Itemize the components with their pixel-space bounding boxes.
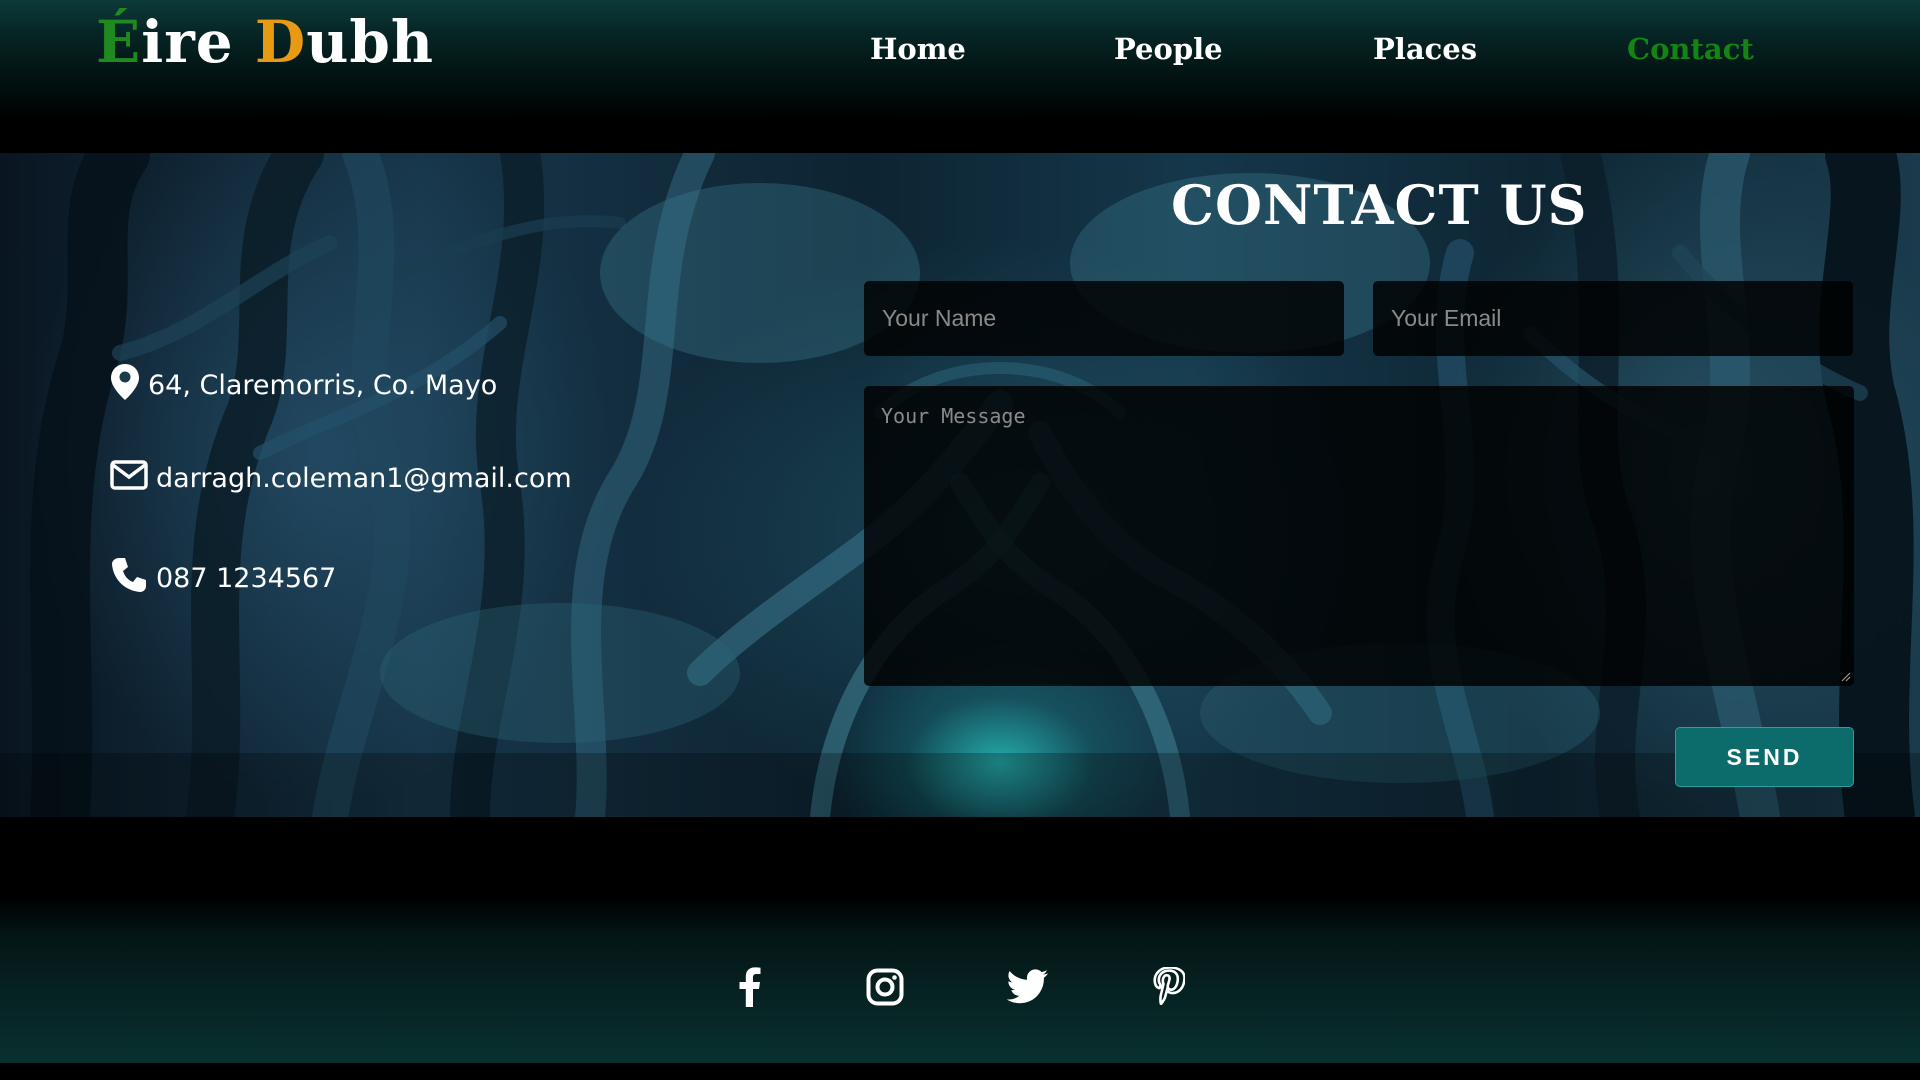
pinterest-icon[interactable] bbox=[1147, 965, 1191, 1009]
resize-grip-icon[interactable] bbox=[1841, 672, 1851, 682]
send-button[interactable]: SEND bbox=[1675, 727, 1854, 787]
logo-word-2: ubh bbox=[306, 8, 435, 76]
contact-hero-section: 64, Claremorris, Co. Mayo darragh.colema… bbox=[0, 153, 1920, 817]
phone-icon bbox=[110, 556, 148, 601]
site-logo[interactable]: Éire Dubh bbox=[96, 8, 434, 76]
instagram-icon[interactable] bbox=[863, 965, 907, 1009]
contact-form-title: CONTACT US bbox=[1171, 173, 1588, 237]
email-input[interactable] bbox=[1373, 281, 1853, 356]
contact-email: darragh.coleman1@gmail.com bbox=[110, 460, 572, 497]
nav-contact[interactable]: Contact bbox=[1627, 32, 1754, 66]
facebook-icon[interactable] bbox=[727, 965, 771, 1009]
nav-home[interactable]: Home bbox=[870, 32, 966, 66]
map-marker-icon bbox=[110, 363, 140, 408]
message-textarea[interactable] bbox=[864, 386, 1854, 686]
address-text: 64, Claremorris, Co. Mayo bbox=[148, 370, 498, 401]
logo-accent-letter: D bbox=[254, 8, 307, 76]
site-footer bbox=[0, 817, 1920, 1063]
page-bottom-strip bbox=[0, 1063, 1920, 1080]
logo-initial: É bbox=[96, 8, 142, 76]
twitter-icon[interactable] bbox=[1006, 965, 1050, 1009]
site-header: Éire Dubh Home People Places Contact bbox=[0, 0, 1920, 153]
name-input[interactable] bbox=[864, 281, 1344, 356]
contact-address: 64, Claremorris, Co. Mayo bbox=[110, 363, 497, 408]
logo-word-1: ire bbox=[141, 8, 255, 76]
email-text[interactable]: darragh.coleman1@gmail.com bbox=[156, 463, 572, 494]
nav-people[interactable]: People bbox=[1114, 32, 1223, 66]
nav-places[interactable]: Places bbox=[1373, 32, 1477, 66]
contact-phone: 087 1234567 bbox=[110, 556, 336, 601]
phone-text[interactable]: 087 1234567 bbox=[156, 563, 336, 594]
envelope-icon bbox=[110, 460, 148, 497]
